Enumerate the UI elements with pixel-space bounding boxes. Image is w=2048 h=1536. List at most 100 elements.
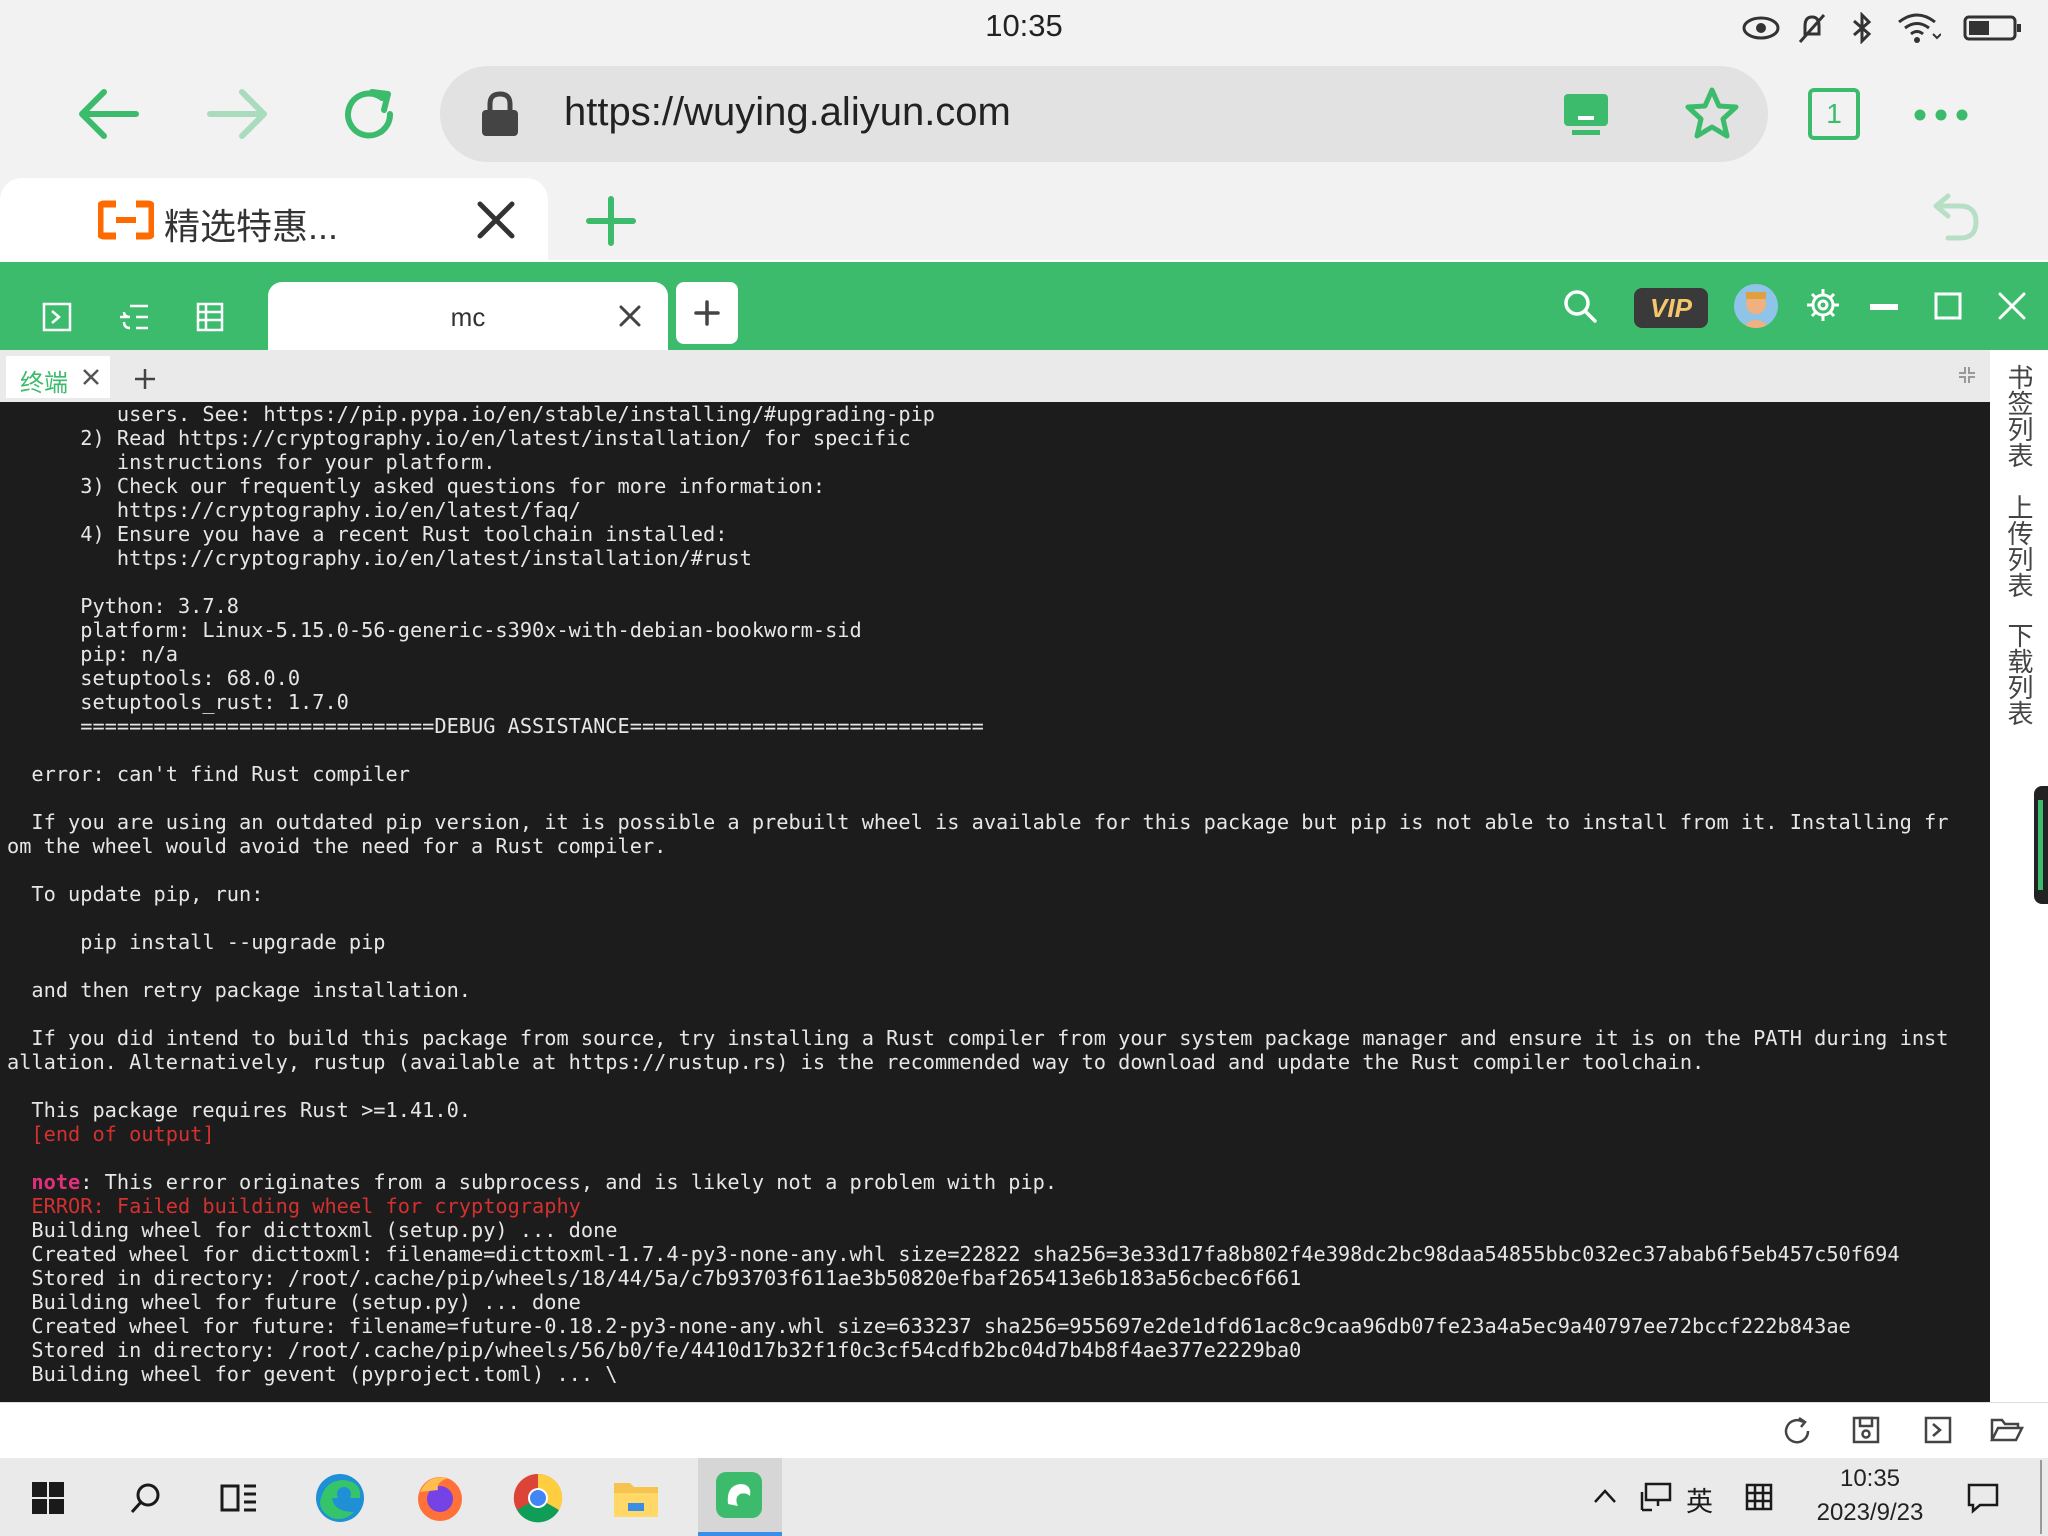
terminal-line: [end of output] xyxy=(7,1122,215,1146)
bottom-toolbar xyxy=(0,1402,2048,1459)
minimize-icon[interactable] xyxy=(1870,304,1898,310)
browser-tab[interactable]: 精选特惠... xyxy=(0,178,548,262)
windows-start-icon[interactable] xyxy=(20,1470,76,1526)
app-icon xyxy=(716,1472,762,1518)
tree-icon[interactable] xyxy=(118,302,150,332)
folder-open-icon[interactable] xyxy=(1989,1416,2025,1444)
download-list-tab[interactable]: 下载列表 xyxy=(2002,622,2036,726)
taskbar-clock[interactable]: 10:35 2023/9/23 xyxy=(1790,1462,1950,1530)
bluetooth-icon xyxy=(1846,10,1878,46)
browser-tab-title: 精选特惠... xyxy=(164,206,339,247)
collapse-icon[interactable] xyxy=(1958,366,1976,384)
terminal-line: This package requires Rust >=1.41.0. xyxy=(7,1098,471,1122)
terminal-line: pip install --upgrade pip xyxy=(7,930,386,954)
close-icon[interactable] xyxy=(1998,292,2026,320)
add-terminal-plus-icon[interactable] xyxy=(132,366,158,392)
active-indicator xyxy=(698,1532,782,1536)
address-bar[interactable]: https://wuying.aliyun.com xyxy=(440,66,1768,162)
terminal-line: users. See: https://pip.pypa.io/en/stabl… xyxy=(7,402,935,426)
battery-icon xyxy=(1962,10,2024,46)
chevron-up-icon[interactable] xyxy=(1592,1486,1618,1506)
chrome-icon[interactable] xyxy=(510,1470,566,1526)
terminal-tab[interactable]: 终端 xyxy=(6,356,110,398)
terminal-text: users. See: https://pip.pypa.io/en/stabl… xyxy=(7,402,1948,1386)
eye-icon xyxy=(1740,10,1782,46)
session-tab[interactable]: mc xyxy=(268,282,668,350)
terminal-tab-label: 终端 xyxy=(20,370,68,397)
notification-icon[interactable] xyxy=(1966,1482,2000,1514)
terminal-tab-bar xyxy=(0,350,1990,402)
terminal-icon[interactable] xyxy=(1924,1416,1952,1444)
terminal-line: allation. Alternatively, rustup (availab… xyxy=(7,1050,1705,1074)
terminal-line: https://cryptography.io/en/latest/faq/ xyxy=(7,498,581,522)
refresh-icon[interactable] xyxy=(1782,1416,1812,1446)
edge-icon[interactable] xyxy=(312,1470,368,1526)
close-icon[interactable] xyxy=(618,304,642,328)
undo-icon[interactable] xyxy=(1924,192,1980,244)
search-icon[interactable] xyxy=(118,1470,174,1526)
search-icon[interactable] xyxy=(1562,288,1598,324)
close-icon[interactable] xyxy=(476,200,516,240)
terminal-line: If you are using an outdated pip version… xyxy=(7,810,1949,834)
taskbar-time: 10:35 xyxy=(1839,1465,1901,1492)
terminal-line: Building wheel for future (setup.py) ...… xyxy=(31,1290,581,1314)
new-tab-plus-icon[interactable] xyxy=(586,196,636,246)
terminal-line: Building wheel for dicttoxml (setup.py) … xyxy=(31,1218,618,1242)
mute-icon xyxy=(1794,10,1830,46)
show-desktop-divider[interactable] xyxy=(2040,1460,2042,1534)
firefox-icon[interactable] xyxy=(412,1470,468,1526)
taskbar-date: 2023/9/23 xyxy=(1816,1499,1924,1526)
keyboard-grid-icon[interactable] xyxy=(1744,1482,1774,1512)
terminal-output[interactable]: users. See: https://pip.pypa.io/en/stabl… xyxy=(0,402,1990,1402)
upload-list-tab[interactable]: 上传列表 xyxy=(2002,494,2036,598)
vip-badge[interactable]: VIP xyxy=(1634,288,1708,328)
reload-icon[interactable] xyxy=(338,84,402,148)
terminal-line: pip: n/a xyxy=(7,642,178,666)
list-icon[interactable] xyxy=(196,302,224,332)
taskbar xyxy=(0,1458,2048,1536)
terminal-line: 2) Read https://cryptography.io/en/lates… xyxy=(7,426,911,450)
forward-arrow-icon[interactable] xyxy=(204,86,272,142)
taskbar-app-active[interactable] xyxy=(698,1458,782,1536)
terminal-line: =============================DEBUG ASSIS… xyxy=(7,714,984,738)
terminal-line: Building wheel for gevent (pyproject.tom… xyxy=(31,1362,618,1386)
star-icon[interactable] xyxy=(1684,86,1740,142)
save-icon[interactable] xyxy=(1852,1416,1880,1444)
terminal-icon[interactable] xyxy=(42,302,72,332)
ime-indicator[interactable]: 英 xyxy=(1686,1480,1716,1517)
terminal-line: Created wheel for dicttoxml: filename=di… xyxy=(31,1242,1900,1266)
terminal-line: 4) Ensure you have a recent Rust toolcha… xyxy=(7,522,728,546)
terminal-line: If you did intend to build this package … xyxy=(7,1026,1949,1050)
new-session-button[interactable] xyxy=(676,282,738,344)
note-prefix: note xyxy=(31,1170,81,1194)
tab-count-button[interactable]: 1 xyxy=(1808,88,1860,140)
session-tab-title: mc xyxy=(450,302,486,332)
gear-icon[interactable] xyxy=(1806,288,1840,322)
more-icon[interactable] xyxy=(1912,104,1970,126)
terminal-line: platform: Linux-5.15.0-56-generic-s390x-… xyxy=(7,618,862,642)
terminal-line: ERROR: Failed building wheel for cryptog… xyxy=(31,1194,581,1218)
task-view-icon[interactable] xyxy=(212,1470,268,1526)
back-arrow-icon[interactable] xyxy=(74,86,142,142)
terminal-line: Stored in directory: /root/.cache/pip/wh… xyxy=(31,1266,1302,1290)
side-handle-indicator xyxy=(2038,800,2043,890)
cast-icon[interactable] xyxy=(1562,90,1610,138)
network-icon[interactable] xyxy=(1640,1482,1672,1512)
aliyun-logo-icon xyxy=(96,200,156,240)
url-text: https://wuying.aliyun.com xyxy=(564,90,1011,134)
terminal-line: Python: 3.7.8 xyxy=(7,594,239,618)
file-explorer-icon[interactable] xyxy=(608,1470,664,1526)
avatar[interactable] xyxy=(1734,284,1778,328)
maximize-icon[interactable] xyxy=(1934,292,1962,320)
terminal-line: To update pip, run: xyxy=(7,882,264,906)
wifi-icon xyxy=(1896,10,1942,46)
bookmarks-list-tab[interactable]: 书签列表 xyxy=(2002,364,2036,468)
close-icon[interactable] xyxy=(82,368,100,386)
